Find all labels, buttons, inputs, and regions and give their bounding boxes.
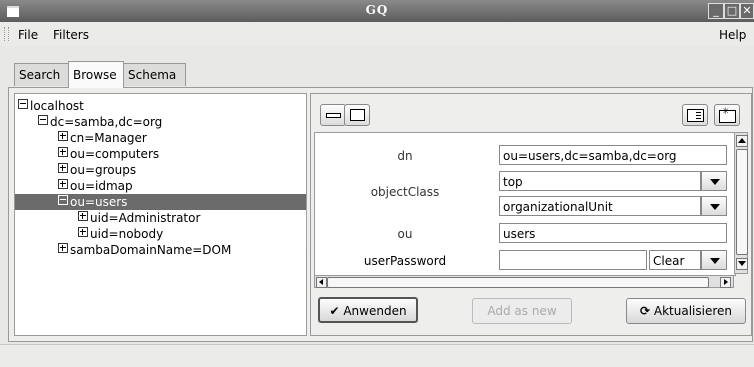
expand-icon[interactable] (58, 179, 68, 189)
menu-bar: File Filters Help (0, 22, 754, 46)
tree-node[interactable]: uid=nobody (78, 226, 163, 242)
tree-label: ou=users (70, 195, 128, 209)
tree-node-selected[interactable]: ou=users (15, 194, 306, 210)
hash-type-select[interactable]: Clear (649, 250, 701, 270)
scroll-right-icon[interactable] (720, 277, 731, 288)
tree-label: sambaDomainName=DOM (70, 243, 232, 257)
objectclass-field-2[interactable]: organizationalUnit (499, 196, 701, 216)
check-icon: ✔ (329, 304, 340, 318)
scroll-left-icon[interactable] (316, 277, 327, 288)
expand-box-icon (350, 109, 365, 121)
tab-search[interactable]: Search (14, 63, 69, 86)
tree-label: ou=groups (70, 163, 137, 177)
scroll-thumb[interactable] (736, 149, 748, 255)
shrink-icon (326, 113, 341, 118)
attr-label-userpassword: userPassword (363, 254, 447, 268)
attr-label-ou: ou (397, 227, 413, 241)
tree-label: localhost (30, 99, 84, 113)
apply-label: Anwenden (343, 304, 407, 318)
new-entry-button[interactable]: ✳ (714, 104, 740, 126)
tree-node[interactable]: ou=computers (58, 146, 159, 162)
menu-file[interactable]: File (15, 26, 41, 44)
tree-label: uid=nobody (90, 227, 164, 241)
expand-icon[interactable] (58, 131, 68, 141)
expand-icon[interactable] (58, 147, 68, 157)
ou-field[interactable]: users (499, 223, 727, 243)
ldap-tree[interactable]: localhost dc=samba,dc=org cn=Manager ou=… (14, 93, 307, 336)
collapse-icon[interactable] (18, 99, 28, 109)
collapse-icon[interactable] (58, 195, 68, 205)
expand-icon[interactable] (58, 163, 68, 173)
tree-node[interactable]: ou=idmap (58, 178, 133, 194)
form-vertical-scrollbar[interactable] (734, 132, 748, 274)
tree-label: dc=samba,dc=org (50, 115, 163, 129)
scroll-down-icon[interactable] (736, 258, 748, 270)
tree-label: ou=idmap (70, 179, 133, 193)
userpassword-field[interactable] (499, 250, 647, 270)
tab-schema[interactable]: Schema (123, 63, 186, 86)
tree-label: uid=Administrator (90, 211, 201, 225)
menu-filters[interactable]: Filters (50, 26, 92, 44)
window-title: GQ (365, 3, 389, 17)
hide-empty-button[interactable] (682, 104, 708, 126)
menubar-grip (4, 27, 9, 41)
tree-node-base[interactable]: dc=samba,dc=org (38, 114, 162, 130)
attribute-form: dn ou=users,dc=samba,dc=org objectClass … (314, 132, 736, 276)
collapse-icon[interactable] (38, 115, 48, 125)
expand-icon[interactable] (78, 227, 88, 237)
scroll-thumb[interactable] (327, 277, 709, 288)
refresh-button[interactable]: ⟳ Aktualisieren (626, 298, 746, 324)
attr-label-objectclass: objectClass (370, 185, 440, 199)
attr-label-dn: dn (397, 149, 413, 163)
form-horizontal-scrollbar[interactable] (314, 275, 734, 288)
tree-node-root[interactable]: localhost (18, 98, 84, 114)
list-icon (687, 109, 704, 122)
tree-node[interactable]: cn=Manager (58, 130, 147, 146)
tree-label: ou=computers (70, 147, 160, 161)
new-entry-icon: ✳ (719, 107, 736, 123)
title-bar: GQ _ □ ✕ (0, 0, 754, 22)
chevron-down-icon[interactable] (701, 171, 727, 191)
tree-node[interactable]: sambaDomainName=DOM (58, 242, 231, 258)
add-as-new-button[interactable]: Add as new (472, 298, 572, 324)
add-as-new-label: Add as new (487, 304, 557, 318)
status-bar (0, 344, 754, 367)
objectclass-field-1[interactable]: top (499, 171, 701, 191)
shrink-button[interactable] (320, 104, 346, 126)
close-icon[interactable]: ✕ (740, 3, 754, 19)
chevron-down-icon[interactable] (701, 196, 727, 216)
refresh-icon: ⟳ (639, 304, 651, 318)
minimize-icon[interactable]: _ (708, 3, 724, 19)
chevron-down-icon[interactable] (701, 250, 727, 270)
tree-label: cn=Manager (70, 131, 147, 145)
refresh-label: Aktualisieren (653, 304, 732, 318)
maximize-icon[interactable]: □ (724, 3, 740, 19)
expand-icon[interactable] (78, 211, 88, 221)
tab-browse[interactable]: Browse (68, 61, 124, 88)
apply-button[interactable]: ✔ Anwenden (318, 297, 418, 323)
expand-icon[interactable] (58, 243, 68, 253)
menu-help[interactable]: Help (716, 26, 749, 44)
expand-button[interactable] (344, 104, 370, 126)
tree-node[interactable]: ou=groups (58, 162, 136, 178)
tree-node[interactable]: uid=Administrator (78, 210, 200, 226)
scroll-up-icon[interactable] (736, 135, 748, 147)
dn-field[interactable]: ou=users,dc=samba,dc=org (499, 145, 727, 165)
